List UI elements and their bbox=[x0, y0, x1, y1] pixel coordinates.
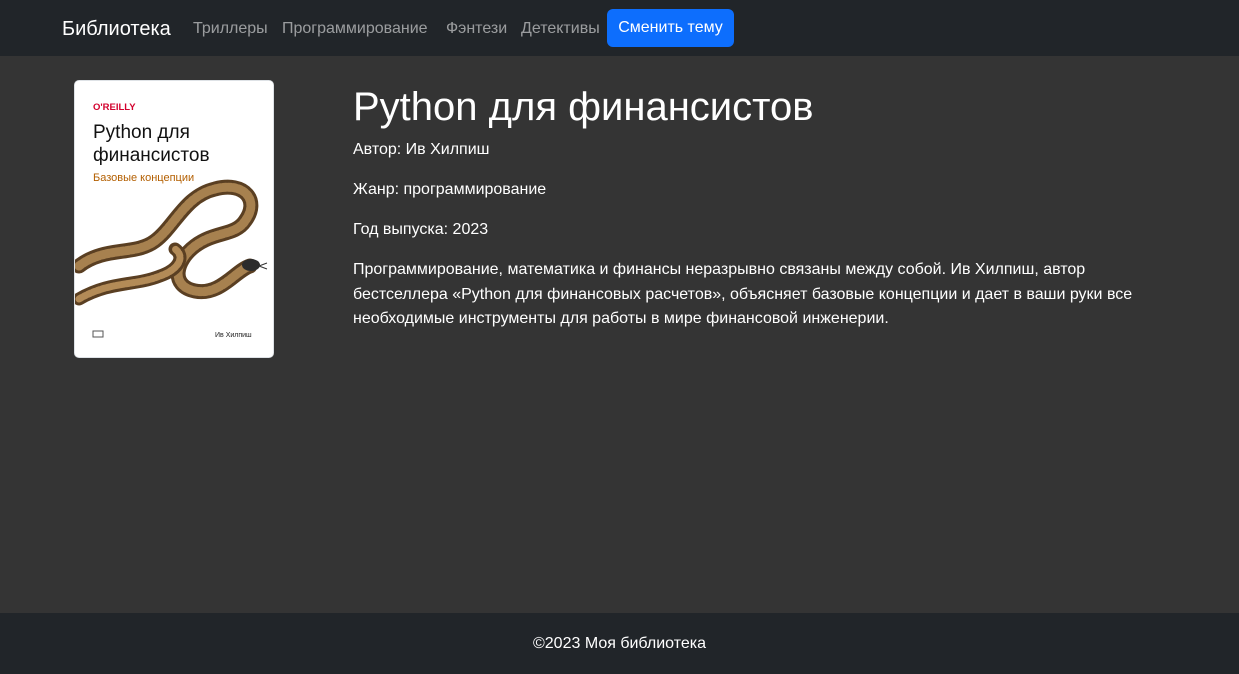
nav-link-detectives[interactable]: Детективы bbox=[521, 19, 600, 39]
book-author: Автор: Ив Хилпиш bbox=[353, 141, 490, 158]
cover-author: Ив Хилпиш bbox=[215, 332, 252, 339]
cover-subtitle: Базовые концепции bbox=[93, 172, 194, 184]
cover-title-line1: Python для bbox=[93, 122, 190, 143]
book-cover-art: O'REILLY Python для финансистов Базовые … bbox=[75, 81, 273, 357]
nav-link-fantasy[interactable]: Фэнтези bbox=[446, 19, 507, 39]
book-title: Python для финансистов bbox=[353, 85, 814, 129]
cover-title-line2: финансистов bbox=[93, 145, 210, 166]
change-theme-button[interactable]: Сменить тему bbox=[607, 9, 734, 47]
nav-link-programming[interactable]: Программирование bbox=[282, 19, 428, 39]
book-year: Год выпуска: 2023 bbox=[353, 221, 489, 238]
book-genre: Жанр: программирование bbox=[353, 181, 547, 198]
top-navbar: Библиотека Триллеры Программирование Фэн… bbox=[0, 0, 1239, 56]
book-description: Программирование, математика и финансы н… bbox=[353, 261, 1133, 327]
footer-copyright: ©2023 Моя библиотека bbox=[532, 634, 706, 652]
book-cover: O'REILLY Python для финансистов Базовые … bbox=[74, 80, 274, 358]
footer: ©2023 Моя библиотека bbox=[0, 613, 1239, 674]
nav-link-thrillers[interactable]: Триллеры bbox=[193, 19, 268, 39]
brand-link[interactable]: Библиотека bbox=[62, 17, 171, 41]
cover-publisher: O'REILLY bbox=[93, 102, 136, 113]
